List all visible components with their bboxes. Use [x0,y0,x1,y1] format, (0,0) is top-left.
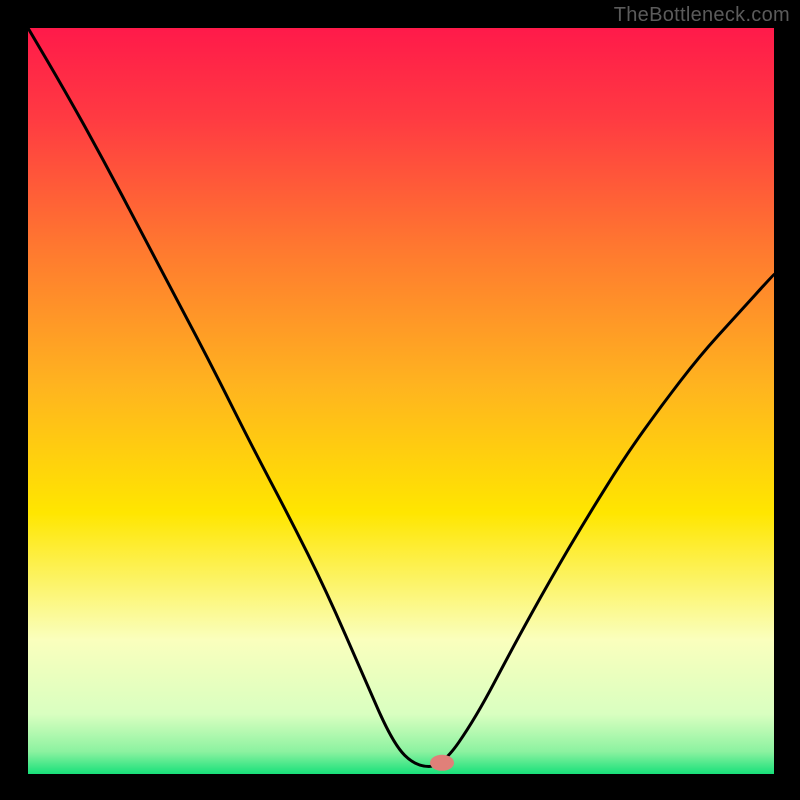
bottleneck-chart-svg [0,0,800,800]
watermark-text: TheBottleneck.com [614,4,790,27]
chart-frame: TheBottleneck.com [0,0,800,800]
plot-area [28,28,774,774]
optimum-marker [430,755,454,771]
